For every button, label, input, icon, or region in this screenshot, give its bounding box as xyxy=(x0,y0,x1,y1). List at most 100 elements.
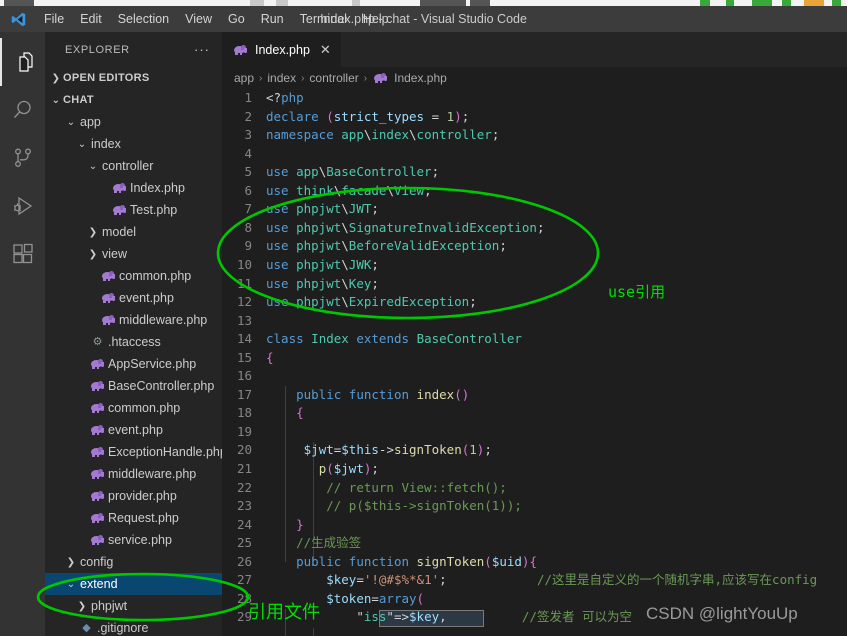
tree-item-config[interactable]: ❯ config xyxy=(45,551,222,573)
vscode-logo-icon xyxy=(0,11,36,28)
code-line-5: 5 use app\BaseController; xyxy=(222,163,847,182)
line-text: use phpjwt\SignatureInvalidException; xyxy=(266,219,545,235)
line-text: class Index extends BaseController xyxy=(266,331,522,347)
tree-item-label: Test.php xyxy=(130,203,178,217)
activity-run-debug[interactable] xyxy=(0,182,45,230)
code-line-6: 6 use think\facade\View; xyxy=(222,182,847,201)
line-text: // return View::fetch(); xyxy=(326,479,507,495)
menu-go[interactable]: Go xyxy=(220,9,253,29)
tree-item-label: .htaccess xyxy=(108,335,161,349)
breadcrumb: app › index › controller › Index.php xyxy=(222,67,847,89)
code-editor[interactable]: 1 <?php 2 declare (strict_types = 1); 3 names… xyxy=(222,89,847,636)
tree-item--gitignore[interactable]: ❯◆.gitignore xyxy=(45,617,222,636)
menu-terminal[interactable]: Terminal xyxy=(292,9,355,29)
line-number: 6 xyxy=(244,182,252,198)
php-icon xyxy=(100,270,117,282)
tree-item-extend[interactable]: ⌄ extend xyxy=(45,573,222,595)
code-line-16: 16 xyxy=(222,367,847,386)
php-icon xyxy=(111,182,128,194)
breadcrumb-separator: › xyxy=(259,72,263,84)
php-icon xyxy=(89,380,106,392)
code-line-25: 25 //生成验签 xyxy=(222,534,847,553)
line-text: use app\BaseController; xyxy=(266,164,440,180)
more-actions-icon[interactable]: ··· xyxy=(194,42,210,57)
tree-item-exceptionhandle-php[interactable]: ❯ExceptionHandle.php xyxy=(45,441,222,463)
line-number: 4 xyxy=(244,145,252,161)
code-line-14: 14 class Index extends BaseController xyxy=(222,330,847,349)
line-text: $jwt=$this->signToken(1); xyxy=(303,442,492,458)
activity-source-control[interactable] xyxy=(0,134,45,182)
tree-item-test-php[interactable]: ❯Test.php xyxy=(45,199,222,221)
line-number: 13 xyxy=(236,312,252,328)
line-number: 21 xyxy=(236,461,252,476)
code-line-24: 24 } xyxy=(222,516,847,535)
line-number: 7 xyxy=(244,201,252,217)
php-icon xyxy=(89,534,106,546)
tree-item-basecontroller-php[interactable]: ❯BaseController.php xyxy=(45,375,222,397)
tree-item-request-php[interactable]: ❯Request.php xyxy=(45,507,222,529)
tree-item-common-php[interactable]: ❯common.php xyxy=(45,397,222,419)
section-open-editors[interactable]: ❯ OPEN EDITORS xyxy=(45,67,222,89)
activity-search[interactable] xyxy=(0,86,45,134)
breadcrumb-item-index[interactable]: index xyxy=(267,71,296,85)
line-text: { xyxy=(296,405,304,421)
tree-item-middleware-php[interactable]: ❯middleware.php xyxy=(45,309,222,331)
menu-file[interactable]: File xyxy=(36,9,72,29)
tree-item-phpjwt[interactable]: ❯ phpjwt xyxy=(45,595,222,617)
line-number: 5 xyxy=(244,164,252,180)
tree-item-provider-php[interactable]: ❯provider.php xyxy=(45,485,222,507)
breadcrumb-item-controller[interactable]: controller xyxy=(309,71,358,85)
tree-item-service-php[interactable]: ❯service.php xyxy=(45,529,222,551)
tree-item-label: index xyxy=(91,137,121,151)
tree-item-label: view xyxy=(102,247,128,261)
code-line-28: 28 $token=array( xyxy=(222,590,847,609)
php-icon xyxy=(89,512,106,524)
code-line-1: 1 <?php xyxy=(222,89,847,108)
line-number: 19 xyxy=(236,423,252,439)
tree-item-model[interactable]: ❯ model xyxy=(45,221,222,243)
chevron-right-icon: ❯ xyxy=(88,226,98,238)
explorer-title: EXPLORER xyxy=(65,43,130,56)
tree-item-view[interactable]: ❯ view xyxy=(45,243,222,265)
tree-item-common-php[interactable]: ❯common.php xyxy=(45,265,222,287)
line-number: 17 xyxy=(236,386,252,402)
activity-explorer[interactable] xyxy=(0,38,45,86)
section-open-editors-label: OPEN EDITORS xyxy=(63,72,150,84)
breadcrumb-item-file[interactable]: Index.php xyxy=(394,71,447,85)
menu-run[interactable]: Run xyxy=(253,9,292,29)
php-icon xyxy=(89,424,106,436)
tab-index-php[interactable]: Index.php ✕ xyxy=(222,32,341,67)
php-icon xyxy=(89,468,106,480)
menu-edit[interactable]: Edit xyxy=(72,9,110,29)
chevron-down-icon: ⌄ xyxy=(51,94,61,106)
tree-item-app[interactable]: ⌄ app xyxy=(45,111,222,133)
menu-selection[interactable]: Selection xyxy=(110,9,177,29)
editor-area: Index.php ✕ app › index › controller › I… xyxy=(222,32,847,636)
php-icon xyxy=(100,314,117,326)
line-number: 14 xyxy=(236,331,252,347)
close-icon[interactable]: ✕ xyxy=(320,42,331,58)
tree-item-controller[interactable]: ⌄ controller xyxy=(45,155,222,177)
line-number: 26 xyxy=(236,553,252,569)
tree-item-middleware-php[interactable]: ❯middleware.php xyxy=(45,463,222,485)
menu-help[interactable]: Help xyxy=(355,9,397,29)
line-text: use phpjwt\Key; xyxy=(266,275,379,291)
tree-item-appservice-php[interactable]: ❯AppService.php xyxy=(45,353,222,375)
code-line-22: 22 // return View::fetch(); xyxy=(222,479,847,498)
tree-item-label: .gitignore xyxy=(97,621,149,635)
tree-item-index[interactable]: ⌄ index xyxy=(45,133,222,155)
tree-item--htaccess[interactable]: ❯⚙.htaccess xyxy=(45,331,222,353)
tree-item-label: AppService.php xyxy=(108,357,197,371)
tree-item-label: extend xyxy=(80,577,118,591)
code-line-9: 9 use phpjwt\BeforeValidException; xyxy=(222,237,847,256)
tree-item-index-php[interactable]: ❯Index.php xyxy=(45,177,222,199)
line-text: <?php xyxy=(266,90,304,105)
tree-item-event-php[interactable]: ❯event.php xyxy=(45,419,222,441)
tree-item-event-php[interactable]: ❯event.php xyxy=(45,287,222,309)
git-icon: ◆ xyxy=(82,621,91,634)
activity-extensions[interactable] xyxy=(0,230,45,278)
menu-bar[interactable]: File Edit Selection View Go Run Terminal… xyxy=(36,9,397,29)
menu-view[interactable]: View xyxy=(177,9,220,29)
section-chat[interactable]: ⌄ CHAT xyxy=(45,89,222,111)
breadcrumb-item-app[interactable]: app xyxy=(234,71,254,85)
